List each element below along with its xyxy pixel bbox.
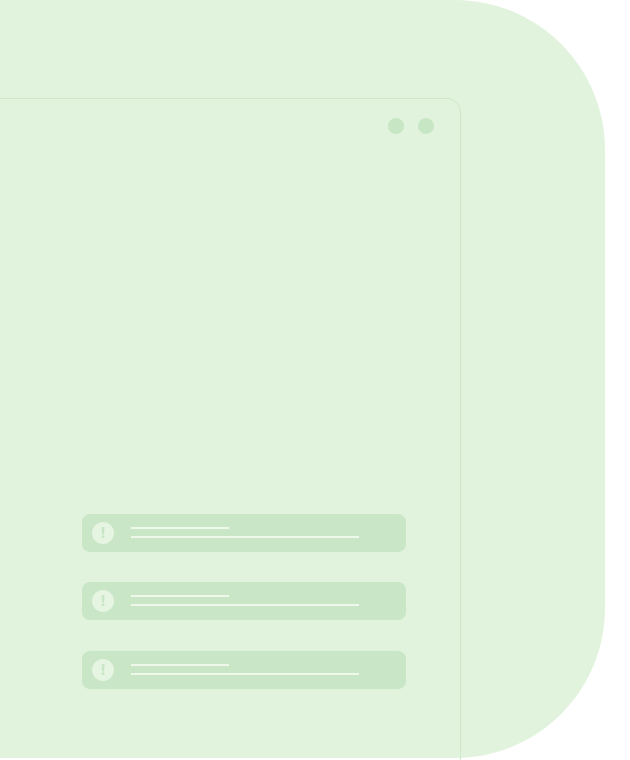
illustration-canvas: ! ! ! [0,0,630,760]
notification-title-placeholder [131,595,229,597]
notification-item[interactable]: ! [82,651,406,689]
window-control-dot-icon[interactable] [388,118,404,134]
window-control-dot-icon[interactable] [418,118,434,134]
exclamation-icon: ! [92,590,114,612]
window-controls [388,118,434,134]
notification-body-placeholder [131,536,359,538]
exclamation-icon: ! [92,659,114,681]
notification-body-placeholder [131,604,359,606]
notification-title-placeholder [131,664,229,666]
notification-title-placeholder [131,527,229,529]
notification-item[interactable]: ! [82,514,406,552]
notification-body-placeholder [131,673,359,675]
notification-item[interactable]: ! [82,582,406,620]
exclamation-icon: ! [92,522,114,544]
